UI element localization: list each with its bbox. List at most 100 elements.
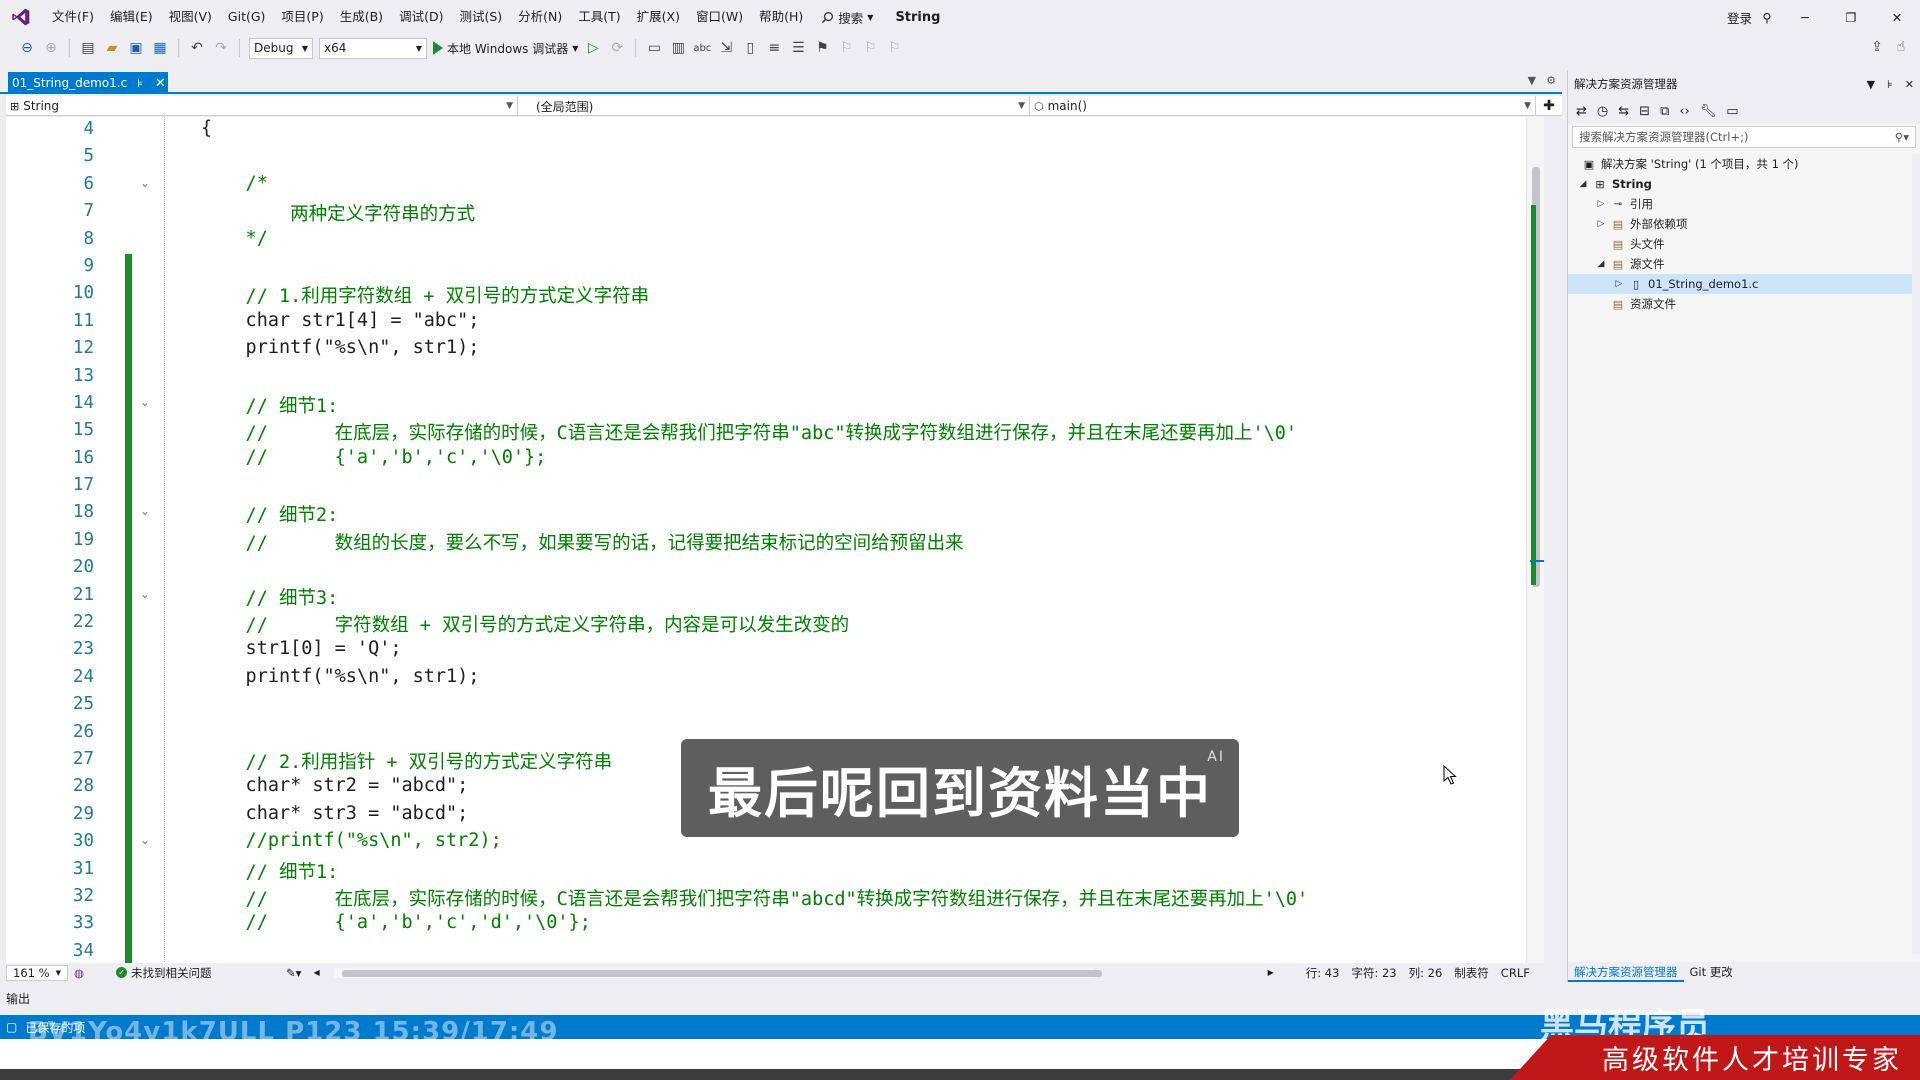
- menu-build[interactable]: 生成(B): [332, 0, 391, 34]
- expanded-icon[interactable]: ◢: [1578, 179, 1588, 189]
- clear-bookmarks-icon[interactable]: ⚐: [885, 39, 903, 57]
- code-line[interactable]: 32 // 在底层，实际存储的时候，C语言还是会帮我们把字符串"abcd"转换成…: [6, 883, 1544, 912]
- eol-indicator[interactable]: CRLF: [1495, 966, 1536, 980]
- tree-node-references[interactable]: ▷ ⊸ 引用: [1568, 194, 1920, 214]
- step-icon[interactable]: ⇲: [717, 39, 735, 57]
- start-debugging-button[interactable]: 本地 Windows 调试器 ▼: [433, 40, 578, 57]
- pin-icon[interactable]: ⊧: [137, 77, 143, 90]
- start-without-debugging-icon[interactable]: ▷: [584, 39, 602, 57]
- menu-git[interactable]: Git(G): [220, 0, 274, 34]
- dropdown-icon[interactable]: ▼: [1867, 78, 1875, 91]
- forward-icon[interactable]: ⊕: [42, 39, 60, 57]
- fold-toggle-icon[interactable]: ⌄: [140, 833, 156, 849]
- zoom-select[interactable]: 161 % ▼: [6, 964, 68, 981]
- next-bookmark-icon[interactable]: ⚐: [861, 39, 879, 57]
- code-line[interactable]: 16 // {'a','b','c','\0'};: [6, 445, 1544, 474]
- close-tab-icon[interactable]: ✕: [155, 76, 166, 91]
- menu-test[interactable]: 测试(S): [451, 0, 510, 34]
- menu-analyze[interactable]: 分析(N): [510, 0, 570, 34]
- menu-debug[interactable]: 调试(D): [391, 0, 451, 34]
- fold-toggle-icon[interactable]: ⌄: [140, 504, 156, 520]
- restore-button[interactable]: ❐: [1828, 0, 1874, 34]
- bookmark-icon[interactable]: ⚑: [813, 39, 831, 57]
- code-line[interactable]: 23 str1[0] = 'Q';: [6, 637, 1544, 666]
- code-line[interactable]: 21 ⌄ // 细节3:: [6, 582, 1544, 611]
- scroll-left-icon[interactable]: ◀: [307, 968, 325, 977]
- code-line[interactable]: 10 // 1.利用字符数组 + 双引号的方式定义字符串: [6, 281, 1544, 310]
- menu-view[interactable]: 视图(V): [161, 0, 220, 34]
- scroll-right-icon[interactable]: ▶: [1262, 968, 1280, 977]
- fold-toggle-icon[interactable]: ⌄: [140, 395, 156, 411]
- menu-file[interactable]: 文件(F): [44, 0, 102, 34]
- scroll-thumb[interactable]: [341, 969, 1102, 977]
- scope-dropdown[interactable]: (全局范围) ▼: [518, 96, 1030, 116]
- code-line[interactable]: 5: [6, 144, 1544, 171]
- tree-node-external-deps[interactable]: ▷ ▤ 外部依赖项: [1568, 214, 1920, 234]
- code-line[interactable]: 24 printf("%s\n", str1);: [6, 664, 1544, 693]
- code-line[interactable]: 25: [6, 692, 1544, 721]
- code-line[interactable]: 4{: [6, 117, 1544, 144]
- output-panel-label[interactable]: 输出: [6, 990, 30, 1007]
- account-icon[interactable]: ⚲: [1752, 0, 1782, 34]
- tree-node-header-files[interactable]: ▤ 头文件: [1568, 234, 1920, 254]
- menu-tools[interactable]: 工具(T): [570, 0, 628, 34]
- menu-edit[interactable]: 编辑(E): [102, 0, 161, 34]
- code-line[interactable]: 19 // 数组的长度，要么不写，如果要写的话，记得要把结束标记的空间给预留出来: [6, 527, 1544, 556]
- platform-select[interactable]: x64 ▼: [319, 37, 427, 59]
- fold-toggle-icon[interactable]: ⌄: [140, 587, 156, 603]
- vertical-scrollbar[interactable]: [1526, 117, 1544, 966]
- code-line[interactable]: 31 // 细节1:: [6, 856, 1544, 885]
- save-all-icon[interactable]: ▦: [151, 39, 169, 57]
- open-folder-icon[interactable]: ▰: [103, 39, 121, 57]
- collapsed-icon[interactable]: ▷: [1596, 219, 1606, 229]
- solution-scrollbar[interactable]: [1912, 154, 1920, 954]
- tree-node-project[interactable]: ◢ ⊞ String: [1568, 174, 1920, 194]
- indent-indicator[interactable]: 制表符: [1448, 965, 1495, 981]
- hot-reload-icon[interactable]: ⟳: [608, 39, 626, 57]
- preview-icon[interactable]: ▭: [1726, 104, 1738, 119]
- solution-search-input[interactable]: 搜索解决方案资源管理器(Ctrl+;) ⚲▾: [1572, 126, 1916, 148]
- code-view-icon[interactable]: ‹›: [1679, 104, 1689, 119]
- breakpoint-icon[interactable]: ▯: [741, 39, 759, 57]
- menu-help[interactable]: 帮助(H): [751, 0, 811, 34]
- history-icon[interactable]: ◷: [1597, 104, 1608, 119]
- menu-window[interactable]: 窗口(W): [688, 0, 751, 34]
- close-icon[interactable]: ✕: [1905, 78, 1914, 91]
- prev-bookmark-icon[interactable]: ⚐: [837, 39, 855, 57]
- login-link[interactable]: 登录: [1727, 8, 1752, 27]
- code-line[interactable]: 7 两种定义字符串的方式: [6, 199, 1544, 226]
- feedback-icon[interactable]: ☝: [1892, 38, 1910, 56]
- code-line[interactable]: 34: [6, 938, 1544, 966]
- tree-node-source-files[interactable]: ◢ ▤ 源文件: [1568, 254, 1920, 274]
- code-line[interactable]: 8 */: [6, 227, 1544, 254]
- close-window-button[interactable]: ✕: [1874, 0, 1920, 34]
- member-dropdown[interactable]: ⬡ main() ▼: [1030, 96, 1536, 116]
- code-line[interactable]: 18 ⌄ // 细节2:: [6, 500, 1544, 529]
- new-project-icon[interactable]: ▤: [79, 39, 97, 57]
- spellcheck-icon[interactable]: abc: [693, 39, 711, 57]
- code-line[interactable]: 11 char str1[4] = "abc";: [6, 308, 1544, 337]
- back-icon[interactable]: ⊖: [18, 39, 36, 57]
- tree-node-solution[interactable]: ▣ 解决方案 'String' (1 个项目，共 1 个): [1568, 154, 1920, 174]
- code-line[interactable]: 9: [6, 253, 1544, 282]
- undo-icon[interactable]: ↶: [188, 39, 206, 57]
- code-line[interactable]: 15 // 在底层，实际存储的时候，C语言还是会帮我们把字符串"abc"转换成字…: [6, 418, 1544, 447]
- char-indicator[interactable]: 字符: 23: [1345, 965, 1402, 981]
- copilot-icon[interactable]: ◍: [68, 966, 90, 980]
- config-select[interactable]: Debug ▼: [249, 37, 313, 59]
- code-line[interactable]: 12 printf("%s\n", str1);: [6, 336, 1544, 365]
- horizontal-scrollbar[interactable]: [333, 967, 1102, 978]
- uncomment-icon[interactable]: ☰: [789, 39, 807, 57]
- code-line[interactable]: 33 // {'a','b','c','d','\0'};: [6, 911, 1544, 940]
- issues-indicator[interactable]: ✓ 未找到相关问题: [110, 965, 280, 981]
- properties-wrench-icon[interactable]: 🔧︎: [1700, 104, 1717, 119]
- code-editor[interactable]: 4{5 6 ⌄ /* 7 两种定义字符串的方式 8 */9 10 // 1.利用字符数组 …: [6, 117, 1544, 966]
- tab-git-changes[interactable]: Git 更改: [1684, 962, 1739, 982]
- pin-icon[interactable]: ⊧: [1887, 78, 1893, 91]
- browse-icon[interactable]: ▭: [645, 39, 663, 57]
- split-icon[interactable]: ✚: [1536, 96, 1562, 115]
- comment-icon[interactable]: ≡: [765, 39, 783, 57]
- code-cleanup-icon[interactable]: ✎▾: [280, 966, 307, 980]
- show-all-files-icon[interactable]: ⧉: [1660, 104, 1669, 119]
- search-button[interactable]: 搜索 ▼: [811, 8, 883, 27]
